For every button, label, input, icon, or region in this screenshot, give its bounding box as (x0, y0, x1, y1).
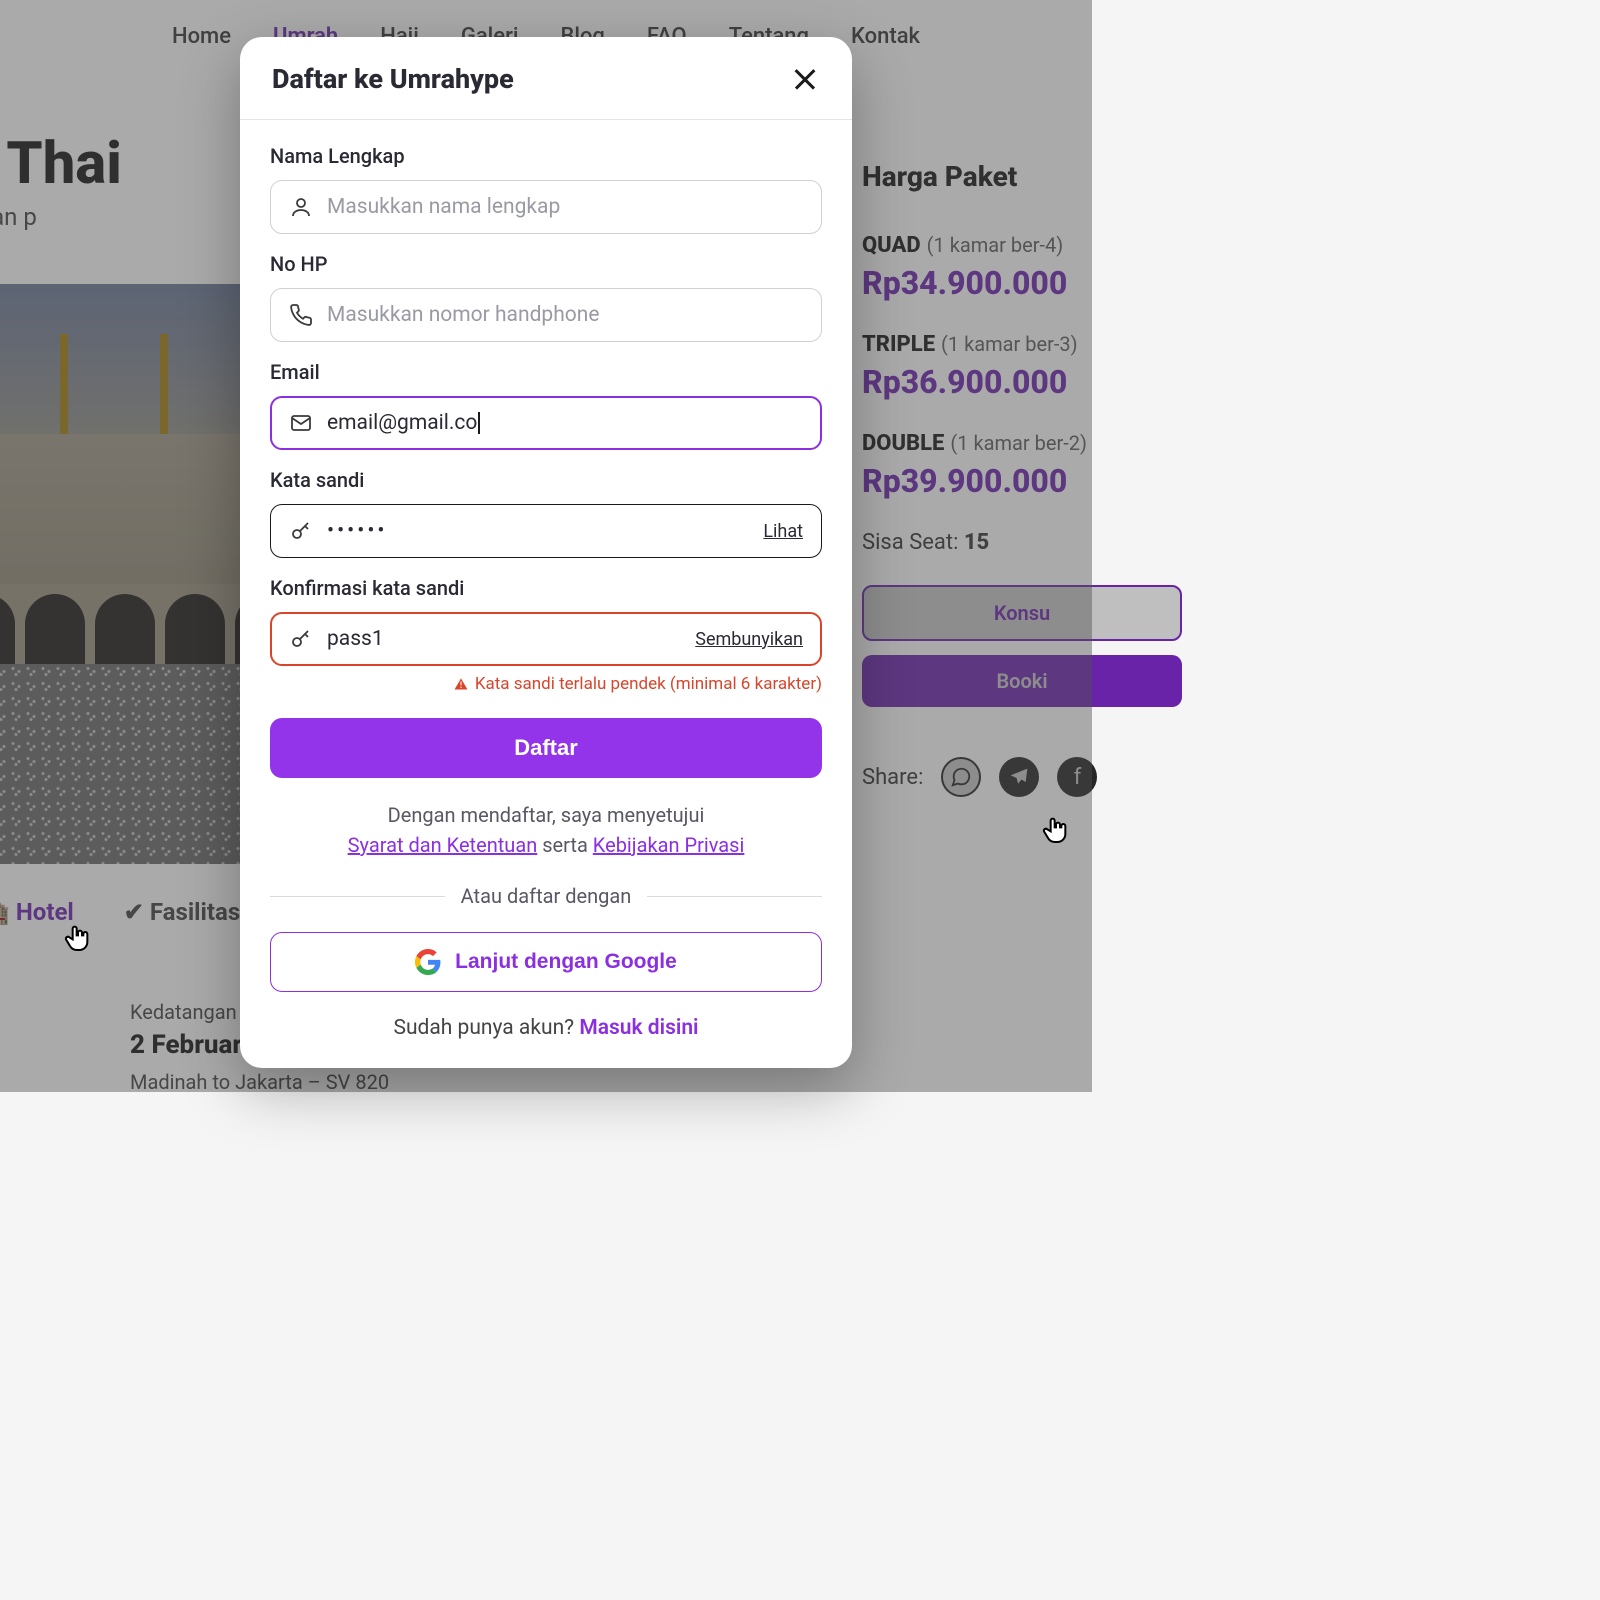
confirm-hide-toggle[interactable]: Sembunyikan (695, 629, 803, 650)
divider-text: Atau daftar dengan (270, 884, 822, 908)
google-signup-button[interactable]: Lanjut dengan Google (270, 932, 822, 992)
login-link[interactable]: Masuk disini (579, 1016, 698, 1040)
signup-modal: Daftar ke Umrahype Nama Lengkap No HP Em… (240, 37, 852, 1068)
google-icon (415, 949, 441, 975)
phone-input-wrap[interactable] (270, 288, 822, 342)
phone-label: No HP (270, 252, 822, 276)
mail-icon (289, 411, 313, 435)
password-show-toggle[interactable]: Lihat (763, 521, 803, 542)
password-input-wrap[interactable]: •••••• Lihat (270, 504, 822, 558)
confirm-label: Konfirmasi kata sandi (270, 576, 822, 600)
email-input-wrap[interactable]: email@gmail.co (270, 396, 822, 450)
key-icon (289, 519, 313, 543)
submit-button[interactable]: Daftar (270, 718, 822, 778)
warning-icon (453, 676, 469, 692)
name-label: Nama Lengkap (270, 144, 822, 168)
modal-title: Daftar ke Umrahype (272, 63, 514, 95)
name-input-wrap[interactable] (270, 180, 822, 234)
name-input[interactable] (327, 195, 803, 219)
password-input[interactable]: •••••• (327, 519, 749, 543)
key-icon (289, 627, 313, 651)
phone-icon (289, 303, 313, 327)
terms-link[interactable]: Syarat dan Ketentuan (348, 833, 538, 857)
close-icon[interactable] (790, 64, 820, 94)
password-label: Kata sandi (270, 468, 822, 492)
user-icon (289, 195, 313, 219)
email-input[interactable]: email@gmail.co (327, 411, 480, 435)
confirm-input-wrap[interactable]: pass1 Sembunyikan (270, 612, 822, 666)
consent-text: Dengan mendaftar, saya menyetujui Syarat… (270, 800, 822, 860)
confirm-input[interactable]: pass1 (327, 627, 681, 651)
confirm-error: Kata sandi terlalu pendek (minimal 6 kar… (270, 674, 822, 694)
privacy-link[interactable]: Kebijakan Privasi (593, 833, 745, 857)
email-label: Email (270, 360, 822, 384)
phone-input[interactable] (327, 303, 803, 327)
login-prompt: Sudah punya akun? Masuk disini (270, 1016, 822, 1040)
